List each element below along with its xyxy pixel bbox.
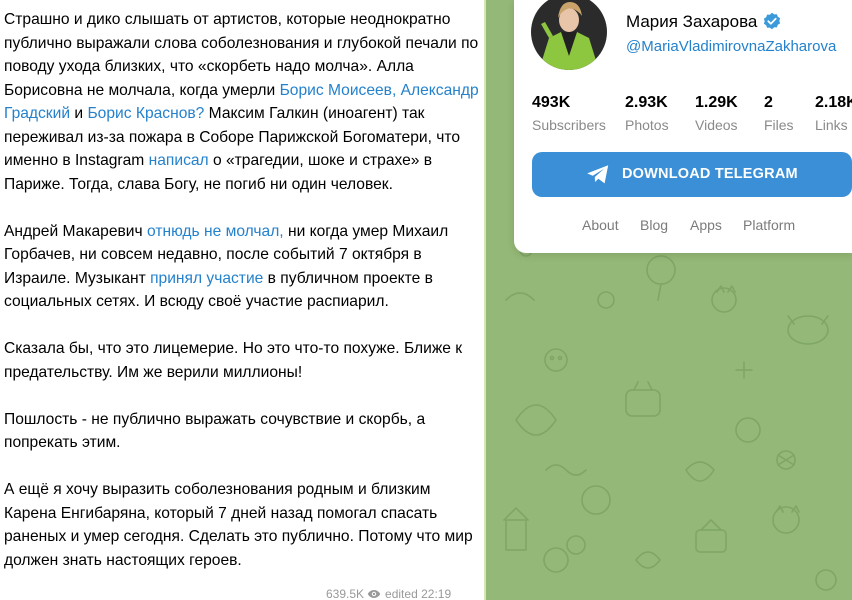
channel-handle[interactable]: @MariaVladimirovnaZakharova (626, 37, 836, 57)
link-platform[interactable]: Platform (743, 215, 795, 235)
stat-photos[interactable]: 2.93K Photos (625, 92, 669, 135)
post-paragraph-4: Пошлость - не публично выражать сочувств… (4, 410, 426, 452)
stat-videos[interactable]: 1.29K Videos (695, 92, 738, 135)
link-krasnov[interactable]: Борис Краснов? (87, 105, 204, 122)
link-apps[interactable]: Apps (690, 215, 722, 235)
channel-name: Мария Захарова (626, 11, 781, 33)
post-meta: 639.5K edited 22:19 (326, 584, 451, 600)
link-ne-molchal[interactable]: отнюдь не молчал, (147, 223, 284, 240)
verified-icon (764, 12, 781, 30)
avatar[interactable] (531, 0, 607, 70)
link-napisal[interactable]: написал (149, 152, 209, 169)
link-about[interactable]: About (582, 215, 619, 235)
avatar-image (531, 0, 607, 70)
link-blog[interactable]: Blog (640, 215, 668, 235)
post-paragraph-1: Страшно и дико слышать от артистов, кото… (4, 11, 479, 193)
edited-label: edited (385, 587, 418, 600)
eye-icon (367, 590, 381, 598)
stat-files[interactable]: 2 Files (764, 92, 794, 135)
post-paragraph-5: А ещё я хочу выразить соболезнования род… (4, 481, 473, 569)
post-container: Страшно и дико слышать от артистов, кото… (0, 0, 486, 600)
post-time: 22:19 (421, 587, 452, 600)
channel-card: Мария Захарова @MariaVladimirovnaZakharo… (514, 0, 852, 253)
post-paragraph-3: Сказала бы, что это лицемерие. Но это чт… (4, 340, 463, 381)
post-text: Страшно и дико слышать от артистов, кото… (4, 8, 480, 596)
telegram-plane-icon (587, 165, 609, 184)
download-telegram-button[interactable]: DOWNLOAD TELEGRAM (532, 152, 852, 197)
download-telegram-label: DOWNLOAD TELEGRAM (622, 166, 798, 182)
view-count: 639.5K (326, 587, 365, 600)
link-prinyal-uchastie[interactable]: принял участие (150, 270, 263, 287)
stat-links[interactable]: 2.18K Links (815, 92, 852, 135)
post-paragraph-2: Андрей Макаревич отнюдь не молчал, ни ко… (4, 222, 449, 311)
stat-subscribers: 493K Subscribers (532, 94, 606, 133)
